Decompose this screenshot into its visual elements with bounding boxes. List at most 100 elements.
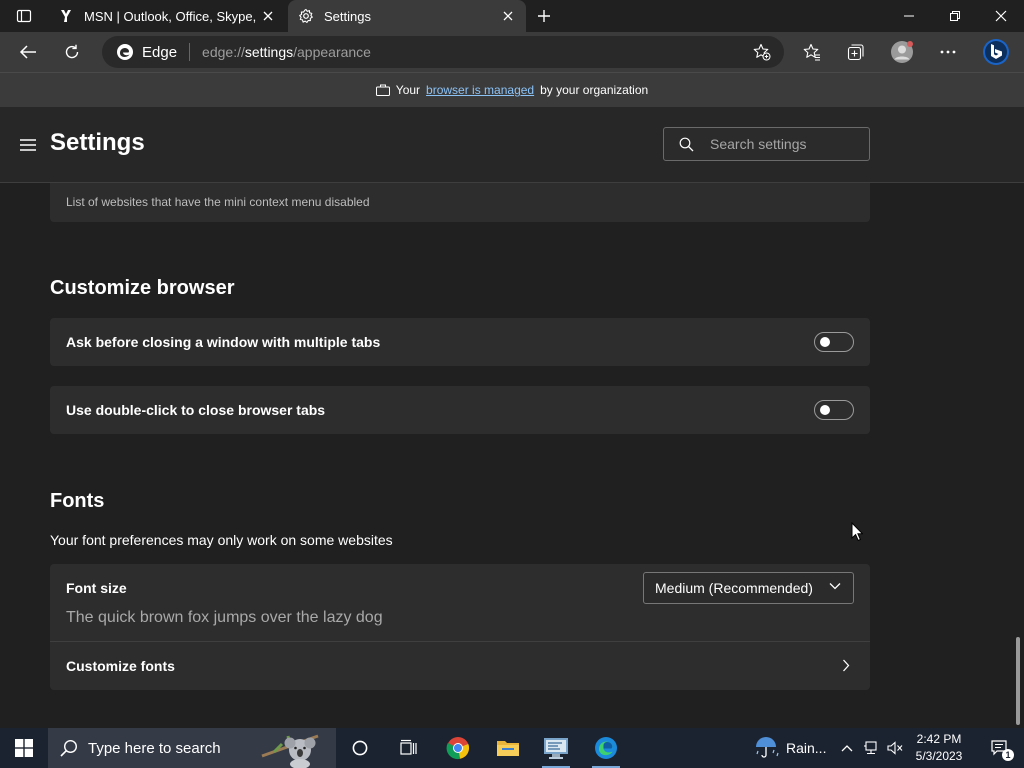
chrome-taskbar-button[interactable] bbox=[434, 728, 482, 768]
task-view-icon bbox=[400, 739, 417, 755]
notification-badge: 1 bbox=[1002, 749, 1014, 761]
tab-actions-icon bbox=[16, 9, 32, 23]
avatar-icon bbox=[891, 41, 913, 63]
volume-muted-icon bbox=[887, 741, 903, 755]
start-button[interactable] bbox=[0, 728, 48, 768]
chevron-right-icon bbox=[842, 659, 850, 672]
scrollbar-thumb[interactable] bbox=[1016, 637, 1020, 725]
toggle-knob bbox=[820, 337, 830, 347]
clock-time: 2:42 PM bbox=[916, 732, 962, 746]
task-view-button[interactable] bbox=[384, 728, 432, 768]
tab-settings[interactable]: Settings bbox=[288, 0, 526, 32]
tab-msn[interactable]: MSN | Outlook, Office, Skype, Bing bbox=[48, 0, 286, 32]
ask-before-closing-row[interactable]: Ask before closing a window with multipl… bbox=[50, 318, 870, 366]
minimize-button[interactable] bbox=[886, 0, 932, 32]
profile-button[interactable] bbox=[886, 36, 918, 68]
tab-title: MSN | Outlook, Office, Skype, Bing bbox=[84, 8, 256, 24]
edge-chip[interactable]: Edge bbox=[102, 36, 177, 68]
action-center-button[interactable]: 1 bbox=[976, 728, 1024, 768]
ask-before-closing-toggle[interactable] bbox=[814, 332, 854, 352]
url-text[interactable]: edge://settings/appearance bbox=[202, 44, 371, 60]
settings-header: Settings bbox=[0, 107, 1024, 183]
favorites-button[interactable] bbox=[796, 36, 828, 68]
folder-icon bbox=[497, 741, 519, 756]
taskbar-search[interactable] bbox=[48, 728, 336, 768]
rain-umbrella-icon bbox=[756, 737, 779, 758]
weather-widget[interactable]: Rain... bbox=[754, 728, 826, 768]
refresh-button[interactable] bbox=[56, 36, 88, 68]
hamburger-icon bbox=[20, 139, 36, 151]
more-options-button[interactable] bbox=[932, 36, 964, 68]
tab-actions-button[interactable] bbox=[0, 0, 48, 32]
settings-content: List of websites that have the mini cont… bbox=[0, 183, 1024, 728]
tab-title: Settings bbox=[324, 8, 371, 24]
ask-before-closing-label: Ask before closing a window with multipl… bbox=[66, 334, 381, 350]
cortana-button[interactable] bbox=[336, 728, 384, 768]
chevron-down-icon bbox=[829, 582, 841, 590]
remote-desktop-taskbar-button[interactable] bbox=[532, 728, 580, 768]
taskbar-search-input[interactable] bbox=[88, 739, 258, 757]
edge-taskbar-button[interactable] bbox=[582, 728, 630, 768]
banner-prefix: Your bbox=[395, 83, 421, 97]
volume-button[interactable] bbox=[884, 728, 906, 768]
address-bar[interactable]: Edge edge://settings/appearance bbox=[102, 36, 784, 68]
double-click-close-label: Use double-click to close browser tabs bbox=[66, 402, 326, 418]
banner-suffix: by your organization bbox=[540, 83, 649, 97]
url-path: /appearance bbox=[293, 44, 371, 60]
restore-button[interactable] bbox=[932, 0, 978, 32]
briefcase-icon bbox=[375, 84, 390, 96]
bing-button[interactable] bbox=[978, 34, 1014, 70]
clock[interactable]: 2:42 PM 5/3/2023 bbox=[910, 731, 968, 765]
windows-logo-icon bbox=[15, 739, 33, 757]
edge-logo-icon bbox=[116, 43, 134, 61]
fonts-heading: Fonts bbox=[50, 490, 105, 512]
font-size-label: Font size bbox=[66, 580, 127, 596]
bing-icon bbox=[983, 39, 1009, 65]
customize-browser-heading: Customize browser bbox=[50, 277, 235, 299]
url-host: settings bbox=[244, 44, 294, 60]
customize-fonts-row[interactable]: Customize fonts bbox=[50, 642, 870, 690]
collections-icon bbox=[847, 44, 864, 61]
edge-chip-label: Edge bbox=[142, 43, 178, 61]
search-input[interactable] bbox=[710, 136, 860, 152]
back-button[interactable] bbox=[12, 36, 44, 68]
double-click-close-toggle[interactable] bbox=[814, 400, 854, 420]
url-scheme: edge:// bbox=[202, 44, 245, 60]
search-settings-field[interactable] bbox=[663, 127, 870, 161]
mini-menu-caption: List of websites that have the mini cont… bbox=[66, 195, 370, 209]
minimize-icon bbox=[904, 15, 914, 17]
network-icon bbox=[864, 741, 877, 755]
fonts-description: Your font preferences may only work on s… bbox=[50, 532, 393, 548]
close-tab-icon[interactable] bbox=[500, 8, 516, 24]
chevron-up-icon bbox=[841, 745, 853, 752]
search-icon bbox=[679, 137, 694, 152]
collections-button[interactable] bbox=[840, 36, 872, 68]
close-icon bbox=[995, 10, 1007, 22]
font-size-select[interactable]: Medium (Recommended) bbox=[643, 572, 854, 604]
favorites-icon bbox=[803, 43, 820, 61]
tab-strip: MSN | Outlook, Office, Skype, Bing Setti… bbox=[0, 0, 1024, 32]
close-window-button[interactable] bbox=[978, 0, 1024, 32]
more-dots-icon bbox=[940, 50, 956, 54]
double-click-close-row[interactable]: Use double-click to close browser tabs bbox=[50, 386, 870, 434]
weather-text: Rain... bbox=[786, 740, 827, 756]
show-hidden-icons-button[interactable] bbox=[836, 728, 858, 768]
koala-icon bbox=[260, 730, 324, 768]
font-preview-text: The quick brown fox jumps over the lazy … bbox=[66, 609, 383, 626]
add-favorite-button[interactable] bbox=[746, 36, 778, 68]
back-arrow-icon bbox=[19, 45, 36, 59]
gear-icon bbox=[298, 8, 314, 24]
star-add-icon bbox=[753, 43, 771, 61]
clock-date: 5/3/2023 bbox=[915, 749, 963, 763]
browser-managed-link[interactable]: browser is managed bbox=[426, 83, 534, 97]
chrome-icon bbox=[446, 737, 470, 760]
new-tab-button[interactable] bbox=[528, 0, 560, 32]
refresh-icon bbox=[65, 44, 79, 59]
cortana-icon bbox=[352, 740, 368, 756]
close-tab-icon[interactable] bbox=[260, 8, 276, 24]
file-explorer-taskbar-button[interactable] bbox=[484, 728, 532, 768]
menu-button[interactable] bbox=[18, 135, 38, 155]
fonts-card: Font size The quick brown fox jumps over… bbox=[50, 564, 870, 690]
network-button[interactable] bbox=[860, 728, 882, 768]
page-title: Settings bbox=[50, 129, 145, 156]
